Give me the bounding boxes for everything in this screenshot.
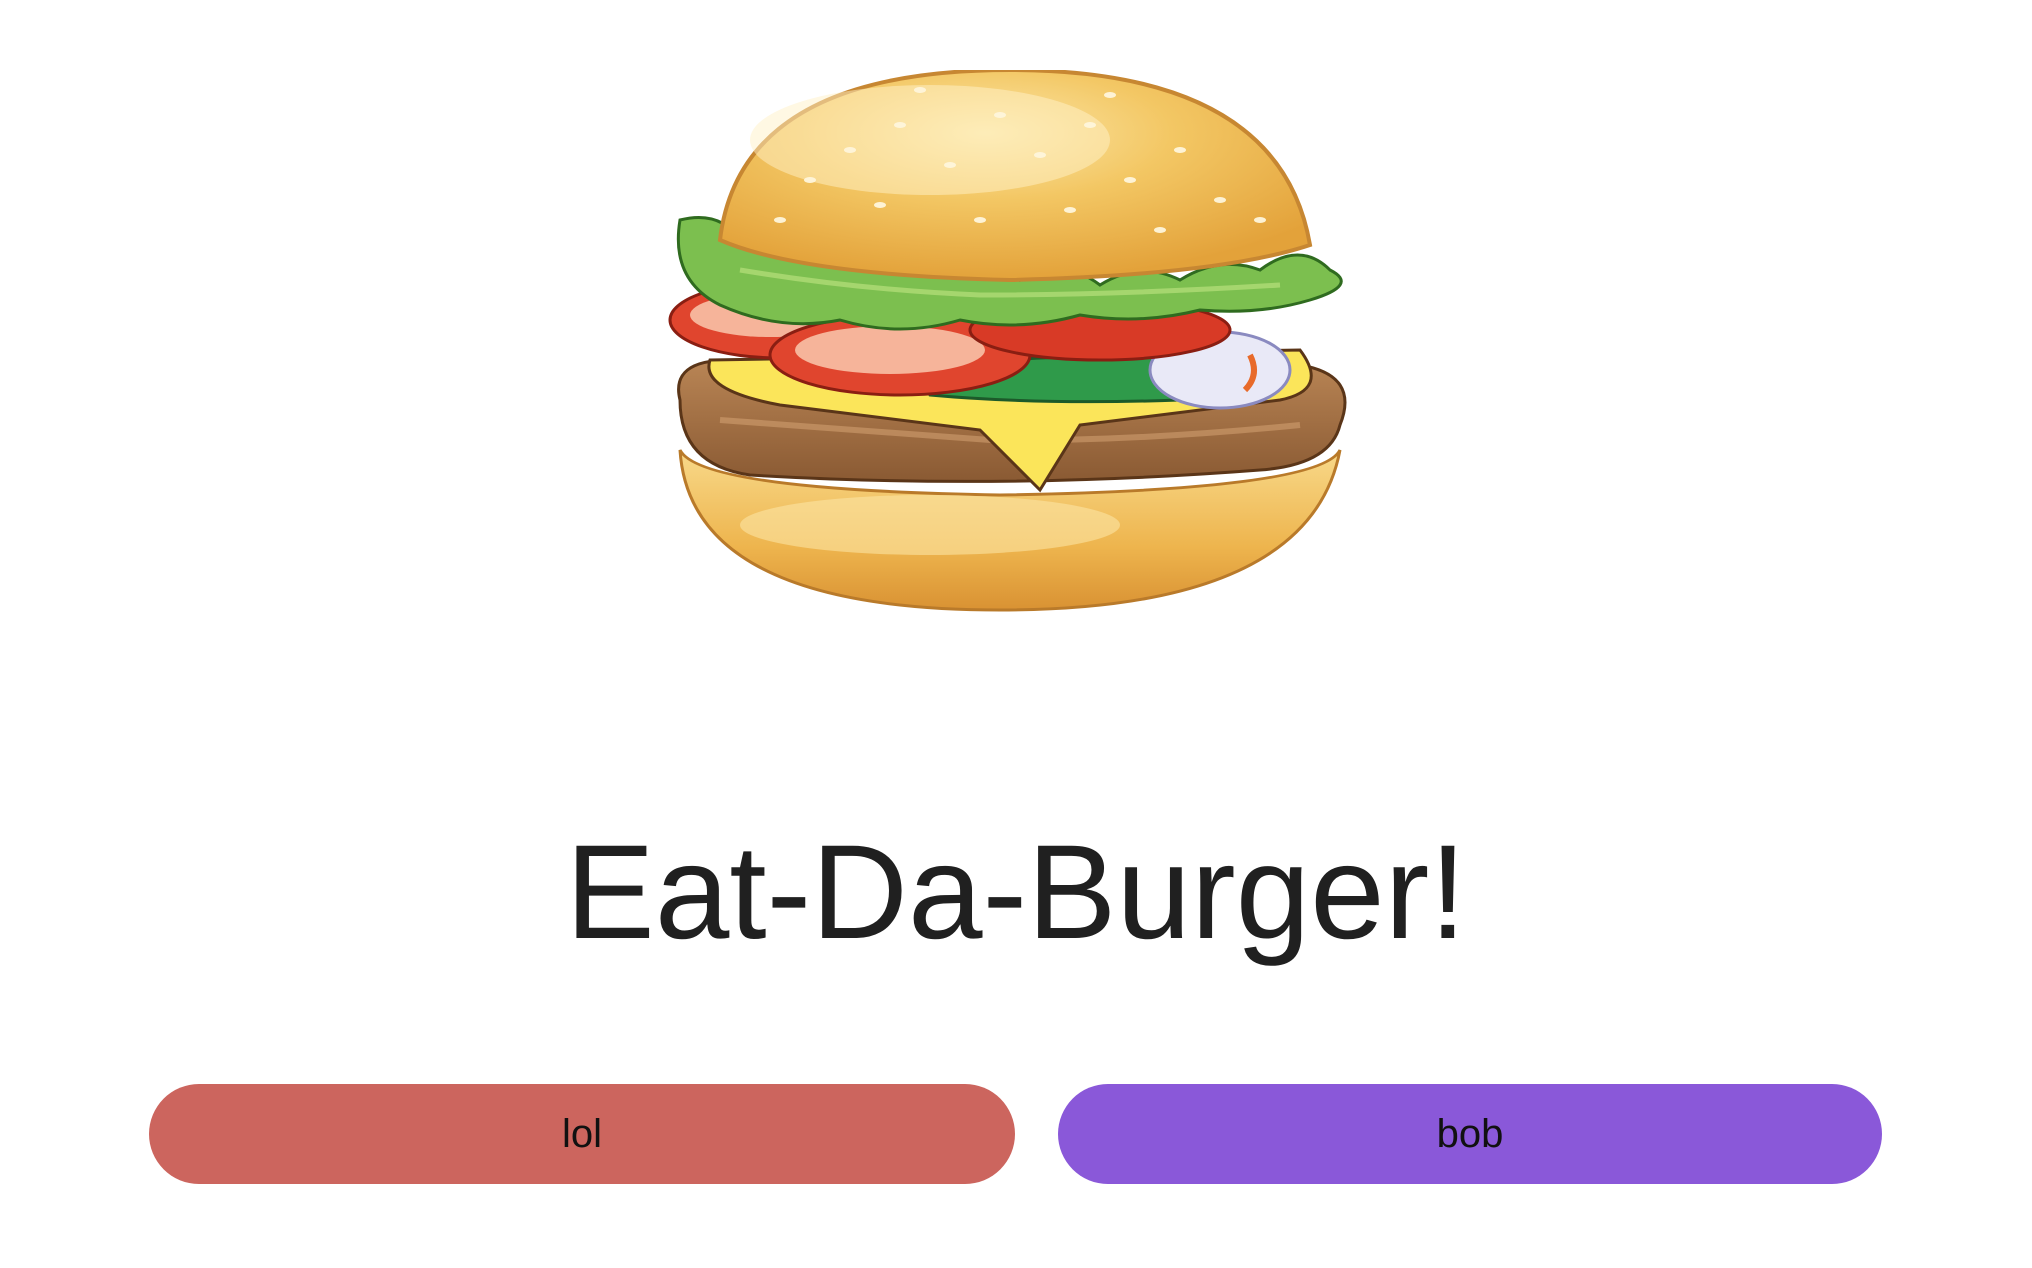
burger-icon [668,70,1347,612]
bob-button[interactable]: bob [1058,1084,1882,1184]
page-title: Eat-Da-Burger! [565,818,1467,967]
lol-button[interactable]: lol [149,1084,1015,1184]
burger-image [660,70,1360,630]
